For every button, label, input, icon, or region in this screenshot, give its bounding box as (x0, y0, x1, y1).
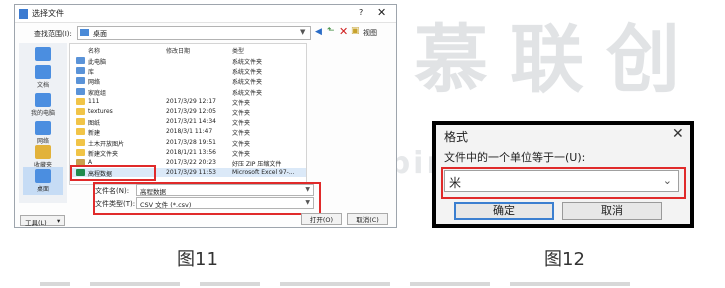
favorites-icon (35, 145, 51, 159)
close-icon[interactable]: ✕ (672, 126, 684, 142)
file-name: 111 (88, 97, 100, 105)
file-type: 系统文件夹 (232, 69, 263, 77)
place-documents[interactable]: 文档 (23, 63, 63, 91)
file-date: 2017/3/28 19:51 (166, 138, 216, 146)
file-name: 新建文件夹 (88, 150, 119, 158)
tools-button-label: 工具(L) (25, 219, 47, 227)
file-row[interactable]: 新建文件夹 2018/1/21 13:56 文件夹 (70, 148, 306, 158)
title-bar: 选择文件 ? ✕ (15, 5, 396, 23)
chevron-down-icon: ▼ (300, 28, 306, 36)
chevron-down-icon: ▾ (57, 217, 61, 225)
file-type: 系统文件夹 (232, 79, 263, 87)
file-row[interactable]: 家庭组 系统文件夹 (70, 87, 306, 97)
look-in-value: 桌面 (93, 30, 107, 38)
desktop-icon (35, 169, 51, 183)
file-name: textures (88, 108, 113, 115)
file-row[interactable]: 图纸 2017/3/21 14:34 文件夹 (70, 117, 306, 128)
folder-icon (76, 118, 85, 126)
desktop-icon (80, 29, 89, 36)
file-name: 图纸 (88, 120, 101, 128)
unit-highlight (441, 167, 686, 199)
file-row[interactable]: textures 2017/3/29 12:05 文件夹 (70, 107, 306, 117)
file-type: 文件夹 (232, 150, 251, 158)
documents-icon (35, 65, 51, 79)
file-type: 系统文件夹 (232, 59, 263, 66)
close-icon[interactable]: ✕ (377, 6, 386, 19)
dialog-title: 格式 (444, 130, 469, 144)
cancel-button[interactable]: 取消 (562, 202, 662, 220)
look-in-dropdown[interactable]: 桌面 ▼ (77, 26, 311, 40)
file-name: 土木开放图片 (88, 140, 125, 148)
column-date[interactable]: 修改日期 (166, 46, 190, 55)
file-date: 2017/3/29 11:53 (166, 169, 216, 177)
selected-file-highlight (70, 165, 156, 181)
views-menu[interactable]: 视图 (363, 28, 377, 38)
network-icon (35, 121, 51, 135)
format-dialog: 格式 ✕ 文件中的一个单位等于一(U): 米 ⌄ 确定 取消 (432, 121, 694, 228)
file-row[interactable]: 新建 2018/3/1 11:47 文件夹 (70, 127, 306, 138)
look-in-label: 查找范围(I): (34, 30, 72, 38)
file-name: 新建 (88, 130, 101, 138)
file-date: 2018/3/1 11:47 (166, 128, 213, 136)
file-date: 2017/3/29 12:17 (166, 97, 216, 105)
file-type: Microsoft Excel 97-... (232, 169, 295, 177)
figure-caption-12: 图12 (544, 249, 585, 270)
new-folder-icon[interactable]: ▣ (351, 26, 360, 36)
file-row[interactable]: 111 2017/3/29 12:17 文件夹 (70, 97, 306, 107)
folder-icon (76, 108, 85, 115)
figure-caption-11: 图11 (177, 249, 218, 270)
file-type: 文件夹 (232, 110, 251, 117)
file-name: 库 (88, 69, 95, 77)
unit-prompt: 文件中的一个单位等于一(U): (444, 151, 586, 164)
file-type: 文件夹 (232, 130, 251, 138)
file-type: 系统文件夹 (232, 89, 263, 97)
folder-icon (76, 138, 85, 146)
tools-button[interactable]: 工具(L) ▾ (20, 215, 65, 227)
dialog-title: 选择文件 (32, 9, 64, 18)
cropped-text-line (20, 280, 680, 288)
places-bar: 文档 我的电脑 网络 收藏夹 桌面 (19, 43, 67, 203)
folder-icon (76, 97, 85, 105)
place-desktop[interactable]: 桌面 (23, 167, 63, 195)
app-icon (19, 9, 28, 19)
file-row[interactable]: 网络 系统文件夹 (70, 76, 306, 87)
file-type: 文件夹 (232, 140, 251, 148)
file-chooser-dialog: 选择文件 ? ✕ 查找范围(I): 桌面 ▼ ◀ ⬑ ✕ ▣ 视图 文档 我的电… (14, 4, 397, 228)
open-button[interactable]: 打开(O) (301, 213, 342, 225)
file-date: 2017/3/22 20:23 (166, 159, 216, 166)
system-icon (76, 67, 85, 75)
file-type: 好压 ZIP 压缩文件 (232, 161, 282, 168)
file-name: 家庭组 (88, 89, 107, 97)
column-name[interactable]: 名称 (88, 46, 100, 55)
file-name: 网络 (88, 79, 101, 87)
file-row[interactable]: 库 系统文件夹 (70, 66, 306, 77)
file-date: 2017/3/21 14:34 (166, 118, 216, 126)
ok-button[interactable]: 确定 (454, 202, 554, 220)
computer-icon (35, 93, 51, 107)
system-icon (76, 87, 85, 95)
place-computer[interactable]: 我的电脑 (23, 91, 63, 119)
file-name: 此电脑 (88, 59, 107, 66)
folder-icon (76, 128, 85, 136)
cancel-button[interactable]: 取消(C) (347, 213, 388, 225)
file-date: 2017/3/29 12:05 (166, 108, 216, 115)
system-icon (76, 77, 85, 85)
file-type: 文件夹 (232, 99, 251, 107)
file-row[interactable]: 土木开放图片 2017/3/28 19:51 文件夹 (70, 138, 306, 148)
folder-icon (76, 148, 85, 156)
up-folder-icon[interactable]: ⬑ (327, 26, 335, 36)
delete-icon[interactable]: ✕ (339, 25, 348, 38)
column-type[interactable]: 类型 (232, 46, 244, 55)
help-icon[interactable]: ? (359, 8, 363, 17)
file-list[interactable]: 名称 修改日期 类型 此电脑 系统文件夹库系统文件夹 网络 系统文件夹 家庭组 系统文件夹… (69, 43, 307, 185)
system-icon (76, 57, 85, 64)
recent-icon (35, 47, 51, 61)
file-type: 文件夹 (232, 120, 251, 128)
back-icon[interactable]: ◀ (315, 27, 322, 37)
filename-type-highlight (93, 182, 321, 215)
file-date: 2018/1/21 13:56 (166, 148, 216, 156)
file-row[interactable]: 此电脑 系统文件夹 (70, 56, 306, 66)
